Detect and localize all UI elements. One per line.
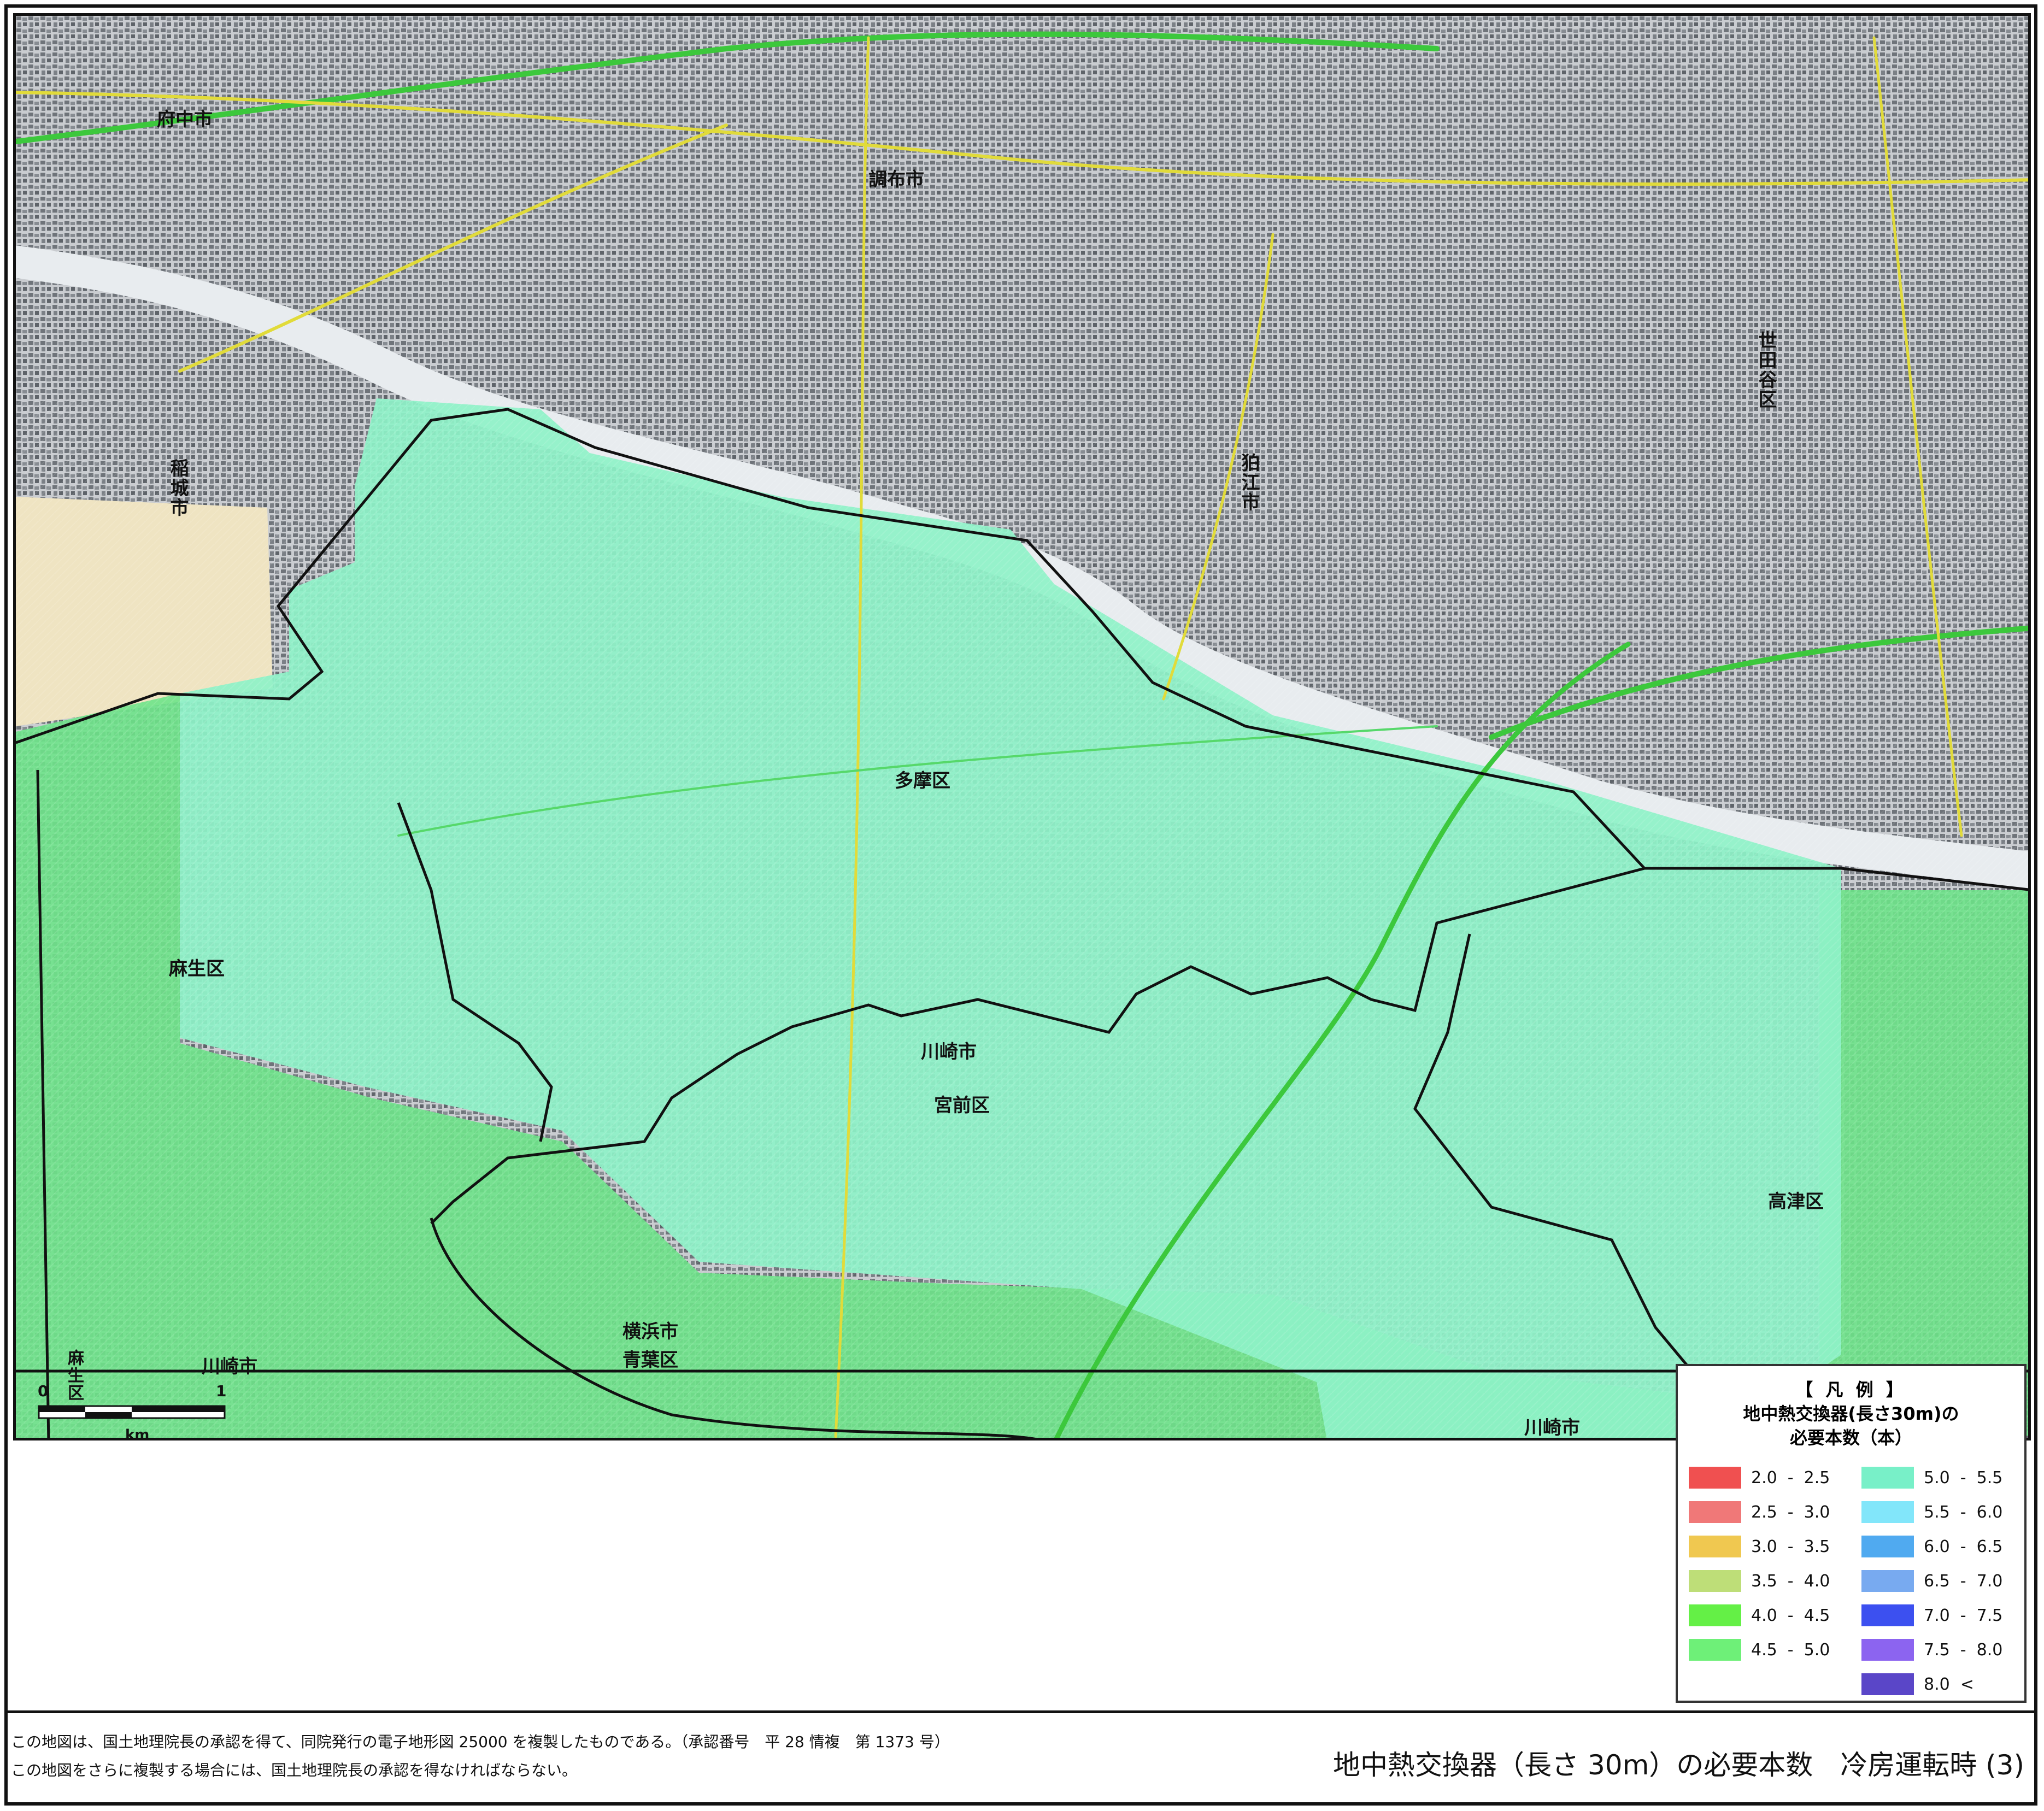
legend-swatch xyxy=(1861,1501,1914,1523)
legend-swatch xyxy=(1861,1604,1914,1626)
legend-title: 【 凡 例 】 xyxy=(1795,1379,1907,1400)
label-setagaya: 世田谷区 xyxy=(1755,331,1777,409)
legend-item: 7.0 - 7.5 xyxy=(1861,1603,2002,1627)
footer-note-reproduction: この地図をさらに複製する場合には、国土地理院長の承認を得なければならない。 xyxy=(11,1761,578,1779)
legend-label: 7.0 - 7.5 xyxy=(1924,1606,2003,1625)
label-kawasaki-2: 川崎市 xyxy=(202,1356,257,1378)
scale-unit: km xyxy=(125,1427,150,1440)
label-aoba: 青葉区 xyxy=(622,1349,678,1371)
legend-swatch xyxy=(1689,1639,1741,1661)
legend-swatch xyxy=(1689,1570,1741,1592)
legend-item: 2.0 - 2.5 xyxy=(1689,1466,1830,1490)
label-tama: 多摩区 xyxy=(895,770,950,792)
legend-swatch xyxy=(1689,1604,1741,1626)
legend-item: 2.5 - 3.0 xyxy=(1689,1500,1830,1524)
legend-swatch xyxy=(1861,1570,1914,1592)
map-canvas[interactable] xyxy=(16,16,2031,1440)
map-title: 地中熱交換器（長さ 30m）の必要本数 冷房運転時 (3) xyxy=(1333,1749,2024,1781)
legend-swatch xyxy=(1861,1536,1914,1557)
legend-item: 4.5 - 5.0 xyxy=(1689,1638,1830,1662)
legend-item: 7.5 - 8.0 xyxy=(1861,1638,2002,1662)
legend-item: 6.5 - 7.0 xyxy=(1861,1569,2002,1593)
label-takatsu: 高津区 xyxy=(1768,1191,1824,1213)
label-chofu: 調布市 xyxy=(868,169,924,191)
label-yokohama: 横浜市 xyxy=(622,1321,678,1343)
legend-item: 8.0 < xyxy=(1861,1672,1974,1696)
legend-label: 5.5 - 6.0 xyxy=(1924,1502,2003,1522)
footer-divider xyxy=(8,1710,2036,1713)
hatch-overlay xyxy=(16,398,2028,1438)
legend-swatch xyxy=(1861,1673,1914,1695)
legend-swatch xyxy=(1689,1501,1741,1523)
legend-swatch xyxy=(1689,1467,1741,1489)
legend-item: 3.0 - 3.5 xyxy=(1689,1534,1830,1559)
legend-item: 4.0 - 4.5 xyxy=(1689,1603,1830,1627)
legend-panel: 【 凡 例 】 地中熱交換器(長さ30m)の 必要本数（本） 2.0 - 2.5… xyxy=(1676,1364,2027,1703)
label-komae: 狛江市 xyxy=(1238,453,1260,512)
legend-item: 5.5 - 6.0 xyxy=(1861,1500,2002,1524)
label-miyamae: 宮前区 xyxy=(934,1095,990,1116)
legend-item: 6.0 - 6.5 xyxy=(1861,1534,2002,1559)
legend-swatch xyxy=(1861,1467,1914,1489)
scale-zero: 0 xyxy=(38,1382,49,1400)
legend-label: 2.5 - 3.0 xyxy=(1751,1502,1830,1522)
legend-label: 2.0 - 2.5 xyxy=(1751,1468,1830,1487)
label-asao: 麻生区 xyxy=(169,958,225,980)
label-inagi: 稲城市 xyxy=(167,458,189,518)
label-fuchu: 府中市 xyxy=(157,109,213,131)
label-kawasaki-3: 川崎市 xyxy=(1524,1417,1580,1439)
scale-one: 1 xyxy=(216,1382,227,1400)
map-area[interactable]: 府中市 調布市 世田谷区 狛江市 稲城市 多摩区 麻生区 川崎市 宮前区 高津区… xyxy=(13,13,2031,1440)
legend-swatch xyxy=(1861,1639,1914,1661)
legend-label: 6.0 - 6.5 xyxy=(1924,1537,2003,1556)
scale-bar-graphic xyxy=(38,1405,226,1419)
legend-label: 3.0 - 3.5 xyxy=(1751,1537,1830,1556)
scale-bar: 0 1 km xyxy=(38,1382,234,1438)
legend-label: 7.5 - 8.0 xyxy=(1924,1640,2003,1660)
label-kawasaki-1: 川崎市 xyxy=(921,1041,977,1063)
legend-item: 3.5 - 4.0 xyxy=(1689,1569,1830,1593)
legend-subtitle-line1: 地中熱交換器(長さ30m)の xyxy=(1743,1403,1959,1424)
legend-subtitle-line2: 必要本数（本） xyxy=(1789,1427,1912,1448)
legend-label: 6.5 - 7.0 xyxy=(1924,1571,2003,1591)
legend-label: 8.0 < xyxy=(1924,1674,1974,1694)
legend-label: 5.0 - 5.5 xyxy=(1924,1468,2003,1487)
legend-swatch xyxy=(1689,1536,1741,1557)
legend-label: 4.0 - 4.5 xyxy=(1751,1606,1830,1625)
legend-label: 3.5 - 4.0 xyxy=(1751,1571,1830,1591)
legend-item: 5.0 - 5.5 xyxy=(1861,1466,2002,1490)
footer-note-approval: この地図は、国土地理院長の承認を得て、同院発行の電子地形図 25000 を複製し… xyxy=(11,1733,950,1751)
legend-label: 4.5 - 5.0 xyxy=(1751,1640,1830,1660)
